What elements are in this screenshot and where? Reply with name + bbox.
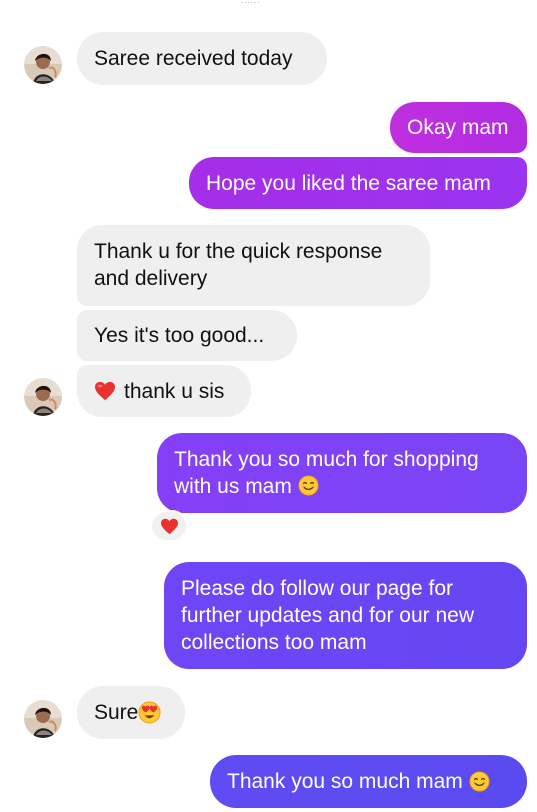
- message-text: Yes it's too good...: [94, 324, 265, 347]
- red-heart-icon: [160, 518, 178, 534]
- message-text: Okay mam: [407, 116, 509, 139]
- heart-eyes-icon: [138, 701, 161, 724]
- contact-avatar[interactable]: [24, 46, 62, 84]
- smiling-face-icon: [469, 771, 490, 792]
- smiling-face-icon: [298, 475, 319, 497]
- message-text: Sure: [94, 701, 139, 724]
- contact-avatar[interactable]: [24, 700, 62, 738]
- message-bubble[interactable]: Thank you so much for shopping with us m…: [157, 433, 527, 513]
- message-text: Thank you so much mam: [227, 770, 463, 793]
- message-bubble[interactable]: Yes it's too good...: [77, 310, 297, 361]
- message-bubble[interactable]: Saree received today: [77, 32, 327, 85]
- message-bubble[interactable]: Please do follow our page for further up…: [164, 562, 527, 669]
- red-heart-icon: [95, 381, 115, 401]
- message-text: Saree received today: [94, 47, 293, 70]
- message-reaction[interactable]: [150, 510, 188, 542]
- message-text: thank u sis: [124, 379, 225, 403]
- chat-thread: ...... Saree received today Okay mam Hop…: [0, 0, 537, 812]
- contact-avatar[interactable]: [24, 378, 62, 416]
- message-text: Please do follow our page for further up…: [181, 577, 475, 654]
- message-bubble[interactable]: Thank u for the quick response and deliv…: [77, 225, 430, 306]
- message-text: Thank you so much for shopping with us m…: [174, 448, 479, 498]
- message-bubble[interactable]: Okay mam: [390, 102, 527, 153]
- message-text: Hope you liked the saree mam: [206, 171, 491, 195]
- message-bubble[interactable]: Thank you so much mam: [210, 755, 527, 808]
- top-fragment: ......: [241, 0, 299, 3]
- message-bubble[interactable]: thank u sis: [77, 365, 251, 417]
- message-bubble[interactable]: Sure: [77, 686, 185, 739]
- message-text: Thank u for the quick response and deliv…: [94, 240, 383, 290]
- message-bubble[interactable]: Hope you liked the saree mam: [189, 157, 527, 209]
